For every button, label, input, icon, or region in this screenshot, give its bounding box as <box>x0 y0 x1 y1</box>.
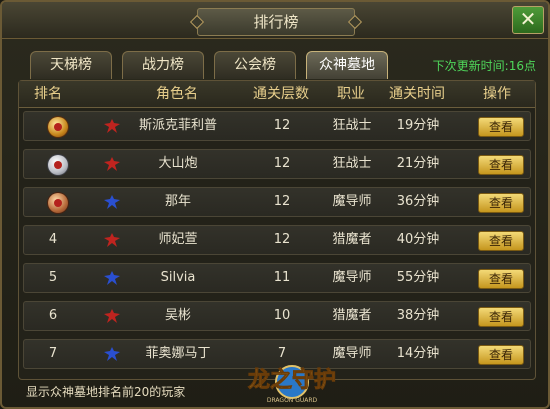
clear-time: 38分钟 <box>396 308 440 323</box>
character-class: 狂战士 <box>332 118 372 133</box>
silver-medal-icon <box>48 155 68 175</box>
table-row: 5 Silvia 11 魔导师 55分钟 查看 <box>23 263 531 293</box>
character-class: 狂战士 <box>332 156 372 171</box>
character-name: 师妃萱 <box>158 232 198 247</box>
game-logo: 龙之守护 DRAGON GUARD <box>222 354 362 407</box>
rank-number: 5 <box>48 270 58 285</box>
table-row: 4 师妃萱 12 猎魔者 40分钟 查看 <box>23 225 531 255</box>
character-name: 大山炮 <box>158 156 198 171</box>
table-row: 斯派克菲利普 12 狂战士 19分钟 查看 <box>23 111 531 141</box>
logo-text: 龙之守护 <box>248 367 336 393</box>
header-class: 职业 <box>337 86 365 102</box>
clear-time: 40分钟 <box>396 232 440 247</box>
bronze-medal-icon <box>48 193 68 213</box>
gold-medal-icon <box>48 117 68 137</box>
cleared-floors: 10 <box>273 308 291 323</box>
view-button[interactable]: 查看 <box>478 231 524 251</box>
clear-time: 14分钟 <box>396 346 440 361</box>
character-name: Silvia <box>160 270 196 285</box>
header-rank: 排名 <box>34 86 62 102</box>
clear-time: 36分钟 <box>396 194 440 209</box>
cleared-floors: 12 <box>273 232 291 247</box>
tab-ladder[interactable]: 天梯榜 <box>30 51 112 79</box>
character-class: 猎魔者 <box>332 308 372 323</box>
tab-guild[interactable]: 公会榜 <box>214 51 296 79</box>
close-button[interactable]: ✕ <box>512 6 544 34</box>
rank-number: 4 <box>48 232 58 247</box>
view-button[interactable]: 查看 <box>478 117 524 137</box>
character-class: 魔导师 <box>332 270 372 285</box>
header-time: 通关时间 <box>389 86 445 102</box>
footer-note: 显示众神墓地排名前20的玩家 <box>26 385 186 399</box>
view-button[interactable]: 查看 <box>478 307 524 327</box>
cleared-floors: 12 <box>273 118 291 133</box>
view-button[interactable]: 查看 <box>478 269 524 289</box>
header-floors: 通关层数 <box>253 86 309 102</box>
view-button[interactable]: 查看 <box>478 155 524 175</box>
tab-gods-tomb[interactable]: 众神墓地 <box>306 51 388 79</box>
character-name: 斯派克菲利普 <box>138 118 217 133</box>
header-action: 操作 <box>483 86 511 102</box>
cleared-floors: 12 <box>273 194 291 209</box>
table-row: 6 吴彬 10 猎魔者 38分钟 查看 <box>23 301 531 331</box>
tab-power[interactable]: 战力榜 <box>122 51 204 79</box>
title-bar: 排行榜 ✕ <box>2 2 548 39</box>
next-update-time: 下次更新时间:16点 <box>432 59 536 73</box>
character-name: 那年 <box>164 194 191 209</box>
cleared-floors: 11 <box>273 270 291 285</box>
table-row: 大山炮 12 狂战士 21分钟 查看 <box>23 149 531 179</box>
clear-time: 19分钟 <box>396 118 440 133</box>
header-name: 角色名 <box>156 86 198 102</box>
cleared-floors: 12 <box>273 156 291 171</box>
clear-time: 21分钟 <box>396 156 440 171</box>
view-button[interactable]: 查看 <box>478 345 524 365</box>
table-row: 那年 12 魔导师 36分钟 查看 <box>23 187 531 217</box>
character-class: 魔导师 <box>332 194 372 209</box>
rank-number: 7 <box>48 346 58 361</box>
character-class: 猎魔者 <box>332 232 372 247</box>
character-name: 吴彬 <box>164 308 191 323</box>
table-header: 排名 角色名 通关层数 职业 通关时间 操作 <box>19 81 535 108</box>
ranking-window: 排行榜 ✕ 天梯榜 战力榜 公会榜 众神墓地 下次更新时间:16点 排名 角色名… <box>0 0 550 409</box>
ranking-table: 排名 角色名 通关层数 职业 通关时间 操作 斯派克菲利普 12 狂战士 19分钟 查看… <box>18 80 536 380</box>
rank-number: 6 <box>48 308 58 323</box>
view-button[interactable]: 查看 <box>478 193 524 213</box>
window-title: 排行榜 <box>197 8 355 36</box>
clear-time: 55分钟 <box>396 270 440 285</box>
logo-subtext: DRAGON GUARD <box>267 397 318 404</box>
